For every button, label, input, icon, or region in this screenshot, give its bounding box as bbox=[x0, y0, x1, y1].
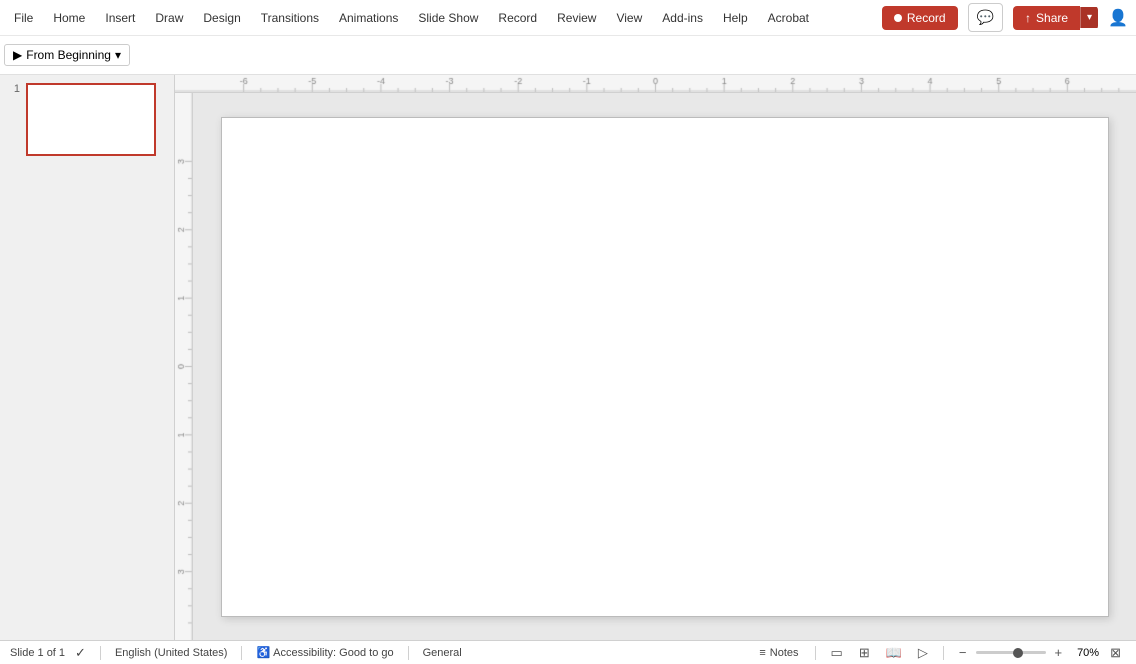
menu-file[interactable]: File bbox=[4, 7, 43, 29]
ruler-horizontal bbox=[175, 75, 1136, 93]
spell-icon: ✓ bbox=[75, 645, 86, 661]
zoom-plus-icon: + bbox=[1055, 645, 1063, 660]
record-dot-icon bbox=[894, 14, 902, 22]
status-separator-5 bbox=[943, 646, 944, 660]
menu-home[interactable]: Home bbox=[43, 7, 95, 29]
record-button[interactable]: Record bbox=[882, 6, 958, 30]
slideshow-label: From Beginning bbox=[26, 48, 111, 62]
slide-sorter-icon: ⊞ bbox=[859, 645, 870, 660]
reading-view-icon: 📖 bbox=[886, 645, 902, 660]
notes-icon: ≡ bbox=[759, 647, 765, 659]
status-separator-4 bbox=[815, 646, 816, 660]
menu-view[interactable]: View bbox=[606, 7, 652, 29]
record-button-label: Record bbox=[907, 11, 946, 25]
menu-insert[interactable]: Insert bbox=[95, 7, 145, 29]
editor-body bbox=[175, 93, 1136, 640]
editor-area bbox=[175, 75, 1136, 640]
slide-sorter-button[interactable]: ⊞ bbox=[854, 643, 875, 663]
menu-animations[interactable]: Animations bbox=[329, 7, 408, 29]
status-separator-3 bbox=[408, 646, 409, 660]
status-bar: Slide 1 of 1 ✓ English (United States) ♿… bbox=[0, 640, 1136, 664]
share-icon: ↑ bbox=[1025, 11, 1031, 25]
slide-canvas[interactable] bbox=[221, 117, 1109, 617]
fit-icon: ⊠ bbox=[1110, 645, 1121, 660]
zoom-controls: − + 70% bbox=[954, 643, 1099, 662]
fit-slide-button[interactable]: ⊠ bbox=[1105, 643, 1126, 663]
share-group: ↑ Share ▾ bbox=[1013, 6, 1098, 30]
slide-panel: 1 bbox=[0, 75, 175, 640]
top-right-actions: Record 💬 ↑ Share ▾ 👤 bbox=[882, 3, 1132, 32]
menu-help[interactable]: Help bbox=[713, 7, 758, 29]
comment-button[interactable]: 💬 bbox=[968, 3, 1003, 32]
general-label: General bbox=[423, 647, 462, 659]
notes-label: Notes bbox=[770, 647, 799, 659]
zoom-level: 70% bbox=[1071, 647, 1099, 659]
status-separator-1 bbox=[100, 646, 101, 660]
slideshow-chevron-icon: ▾ bbox=[115, 48, 121, 62]
presenter-view-icon: ▷ bbox=[918, 645, 928, 660]
menu-bar: File Home Insert Draw Design Transitions… bbox=[0, 0, 1136, 36]
menu-transitions[interactable]: Transitions bbox=[251, 7, 329, 29]
slide-item[interactable]: 1 bbox=[6, 83, 168, 156]
status-left: Slide 1 of 1 ✓ English (United States) ♿… bbox=[10, 645, 753, 661]
menu-draw[interactable]: Draw bbox=[145, 7, 193, 29]
menu-slide-show[interactable]: Slide Show bbox=[408, 7, 488, 29]
normal-view-button[interactable]: ▭ bbox=[826, 643, 848, 663]
slideshow-dropdown[interactable]: ▶ From Beginning ▾ bbox=[4, 44, 130, 66]
menu-review[interactable]: Review bbox=[547, 7, 606, 29]
language-label: English (United States) bbox=[115, 647, 228, 659]
presenter-view-button[interactable]: ▷ bbox=[913, 643, 933, 663]
comment-icon: 💬 bbox=[977, 9, 994, 25]
zoom-out-button[interactable]: − bbox=[954, 643, 972, 662]
toolbar: ▶ From Beginning ▾ bbox=[0, 36, 1136, 74]
share-label: Share bbox=[1036, 11, 1068, 25]
accessibility-icon: ♿ bbox=[256, 646, 270, 659]
main-area: 1 bbox=[0, 75, 1136, 640]
status-right: ≡ Notes ▭ ⊞ 📖 ▷ − + 70% bbox=[753, 643, 1126, 663]
menu-design[interactable]: Design bbox=[193, 7, 250, 29]
zoom-thumb bbox=[1013, 648, 1023, 658]
menu-add-ins[interactable]: Add-ins bbox=[652, 7, 713, 29]
menu-record[interactable]: Record bbox=[488, 7, 547, 29]
share-dropdown-button[interactable]: ▾ bbox=[1080, 7, 1098, 28]
chevron-down-icon: ▾ bbox=[1087, 12, 1092, 23]
slide-number: 1 bbox=[6, 83, 20, 95]
status-separator-2 bbox=[241, 646, 242, 660]
ruler-h-canvas bbox=[175, 75, 1136, 92]
share-button[interactable]: ↑ Share bbox=[1013, 6, 1080, 30]
normal-view-icon: ▭ bbox=[831, 645, 843, 660]
play-icon: ▶ bbox=[13, 48, 22, 62]
profile-button[interactable]: 👤 bbox=[1104, 4, 1132, 32]
accessibility-label: ♿ Accessibility: Good to go bbox=[256, 646, 393, 659]
ruler-vertical bbox=[175, 93, 193, 640]
menu-acrobat[interactable]: Acrobat bbox=[758, 7, 819, 29]
reading-view-button[interactable]: 📖 bbox=[881, 643, 907, 663]
slide-info: Slide 1 of 1 bbox=[10, 647, 65, 659]
slide-canvas-area[interactable] bbox=[193, 93, 1136, 640]
slide-thumbnail[interactable] bbox=[26, 83, 156, 156]
zoom-slider[interactable] bbox=[976, 651, 1046, 654]
notes-button[interactable]: ≡ Notes bbox=[753, 645, 804, 661]
ruler-v-canvas bbox=[175, 93, 193, 640]
zoom-minus-icon: − bbox=[959, 645, 967, 660]
zoom-in-button[interactable]: + bbox=[1050, 643, 1068, 662]
profile-icon: 👤 bbox=[1108, 10, 1128, 27]
